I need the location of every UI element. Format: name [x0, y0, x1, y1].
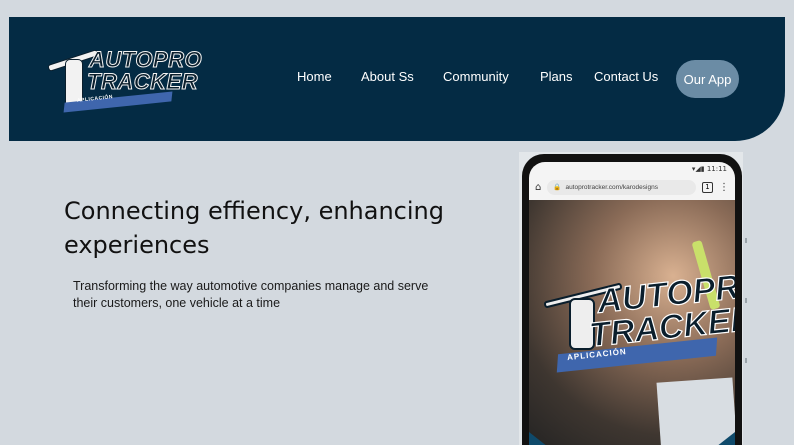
browser-url-bar: ⌂ 🔒 autoprotracker.com/karodesigns 1 ⋮	[529, 176, 735, 198]
phone-side-button	[745, 358, 747, 363]
our-app-button[interactable]: Our App	[676, 60, 739, 98]
phone-mockup: ▾◢▮ 11:11 ⌂ 🔒 autoprotracker.com/karodes…	[522, 154, 742, 445]
status-time: 11:11	[706, 165, 727, 173]
corner-accent-right	[707, 432, 735, 445]
nav-home[interactable]: Home	[297, 69, 332, 84]
corner-accent-left	[529, 432, 557, 445]
nav-contact[interactable]: Contact Us	[594, 69, 658, 84]
home-icon[interactable]: ⌂	[535, 182, 541, 193]
nav-about[interactable]: About Ss	[361, 69, 414, 84]
nav-community[interactable]: Community	[443, 69, 509, 84]
phone-screen: ▾◢▮ 11:11 ⌂ 🔒 autoprotracker.com/karodes…	[529, 162, 735, 445]
top-navbar: AUTOPRO TRACKER APLICACIÓN Home About Ss…	[9, 17, 785, 141]
url-field[interactable]: 🔒 autoprotracker.com/karodesigns	[547, 179, 696, 195]
signal-icon: ▾◢▮	[691, 165, 705, 173]
hero-headline: Connecting effiency, enhancing experienc…	[64, 197, 444, 259]
tabs-icon[interactable]: 1	[702, 181, 713, 193]
status-bar: ▾◢▮ 11:11	[529, 162, 735, 176]
phone-side-button	[745, 298, 747, 303]
hero-subtext: Transforming the way automotive companie…	[73, 279, 429, 310]
nav-plans[interactable]: Plans	[540, 69, 573, 84]
app-hero-image: AUTOPRO TRACKER APLICACIÓN	[529, 200, 735, 445]
url-text: autoprotracker.com/karodesigns	[565, 183, 658, 191]
phone-side-button	[745, 238, 747, 243]
logo-line2: TRACKER	[86, 69, 199, 95]
lock-icon: 🔒	[553, 184, 562, 191]
brand-logo[interactable]: AUTOPRO TRACKER APLICACIÓN	[45, 43, 202, 117]
menu-kebab-icon[interactable]: ⋮	[719, 182, 729, 193]
